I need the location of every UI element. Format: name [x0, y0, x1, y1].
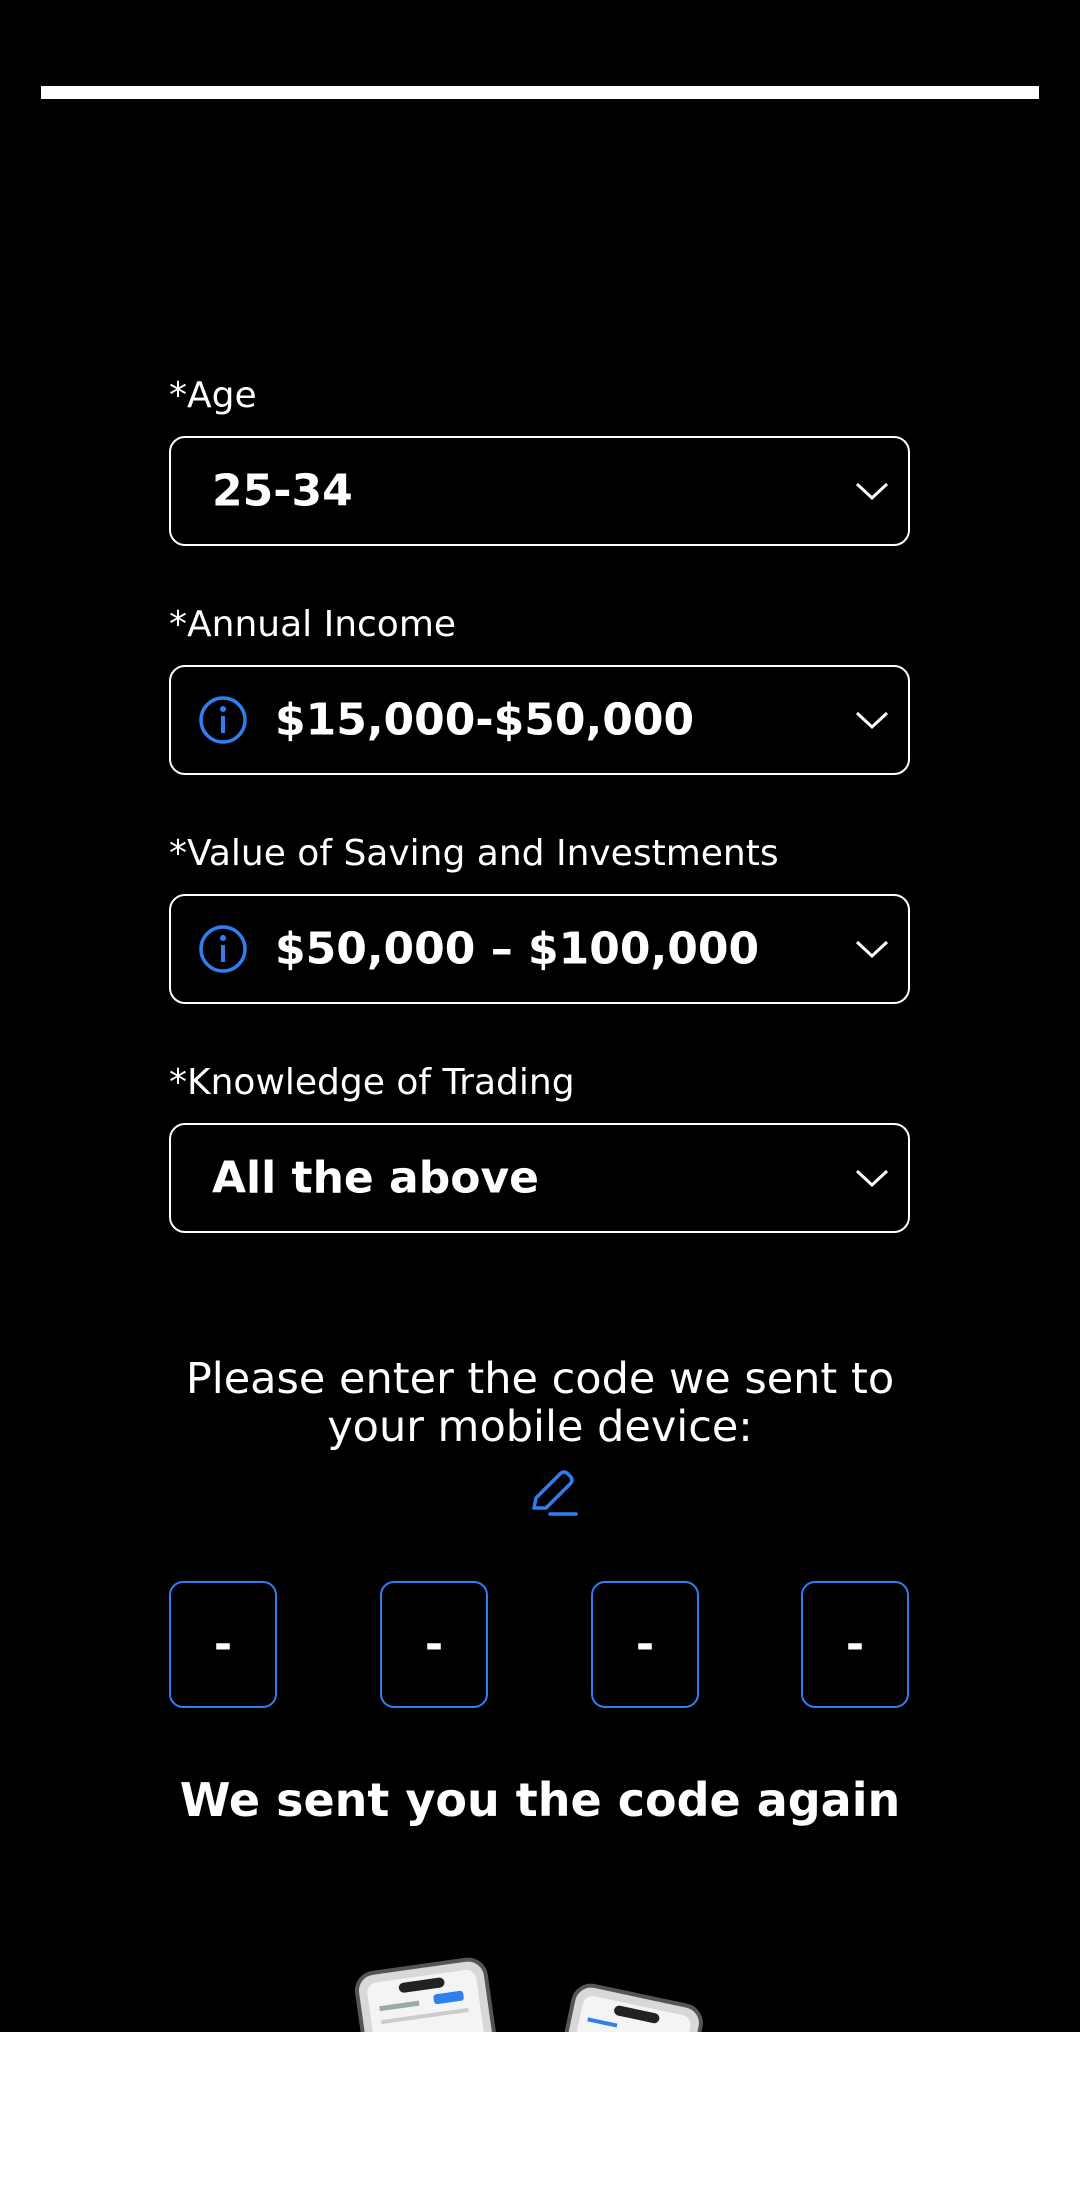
- code-digit-input[interactable]: -: [169, 1581, 277, 1708]
- chevron-down-icon: [855, 482, 889, 501]
- code-resent-message: We sent you the code again: [179, 1773, 901, 1827]
- savings-select[interactable]: $50,000 – $100,000: [169, 894, 910, 1004]
- age-select[interactable]: 25-34: [169, 436, 910, 546]
- chevron-down-icon: [855, 940, 889, 959]
- knowledge-value: All the above: [212, 1152, 539, 1204]
- progress-bar: [41, 86, 1039, 99]
- age-label: *Age: [169, 375, 257, 416]
- pencil-icon[interactable]: [526, 1468, 578, 1518]
- savings-label: *Value of Saving and Investments: [169, 833, 779, 874]
- info-icon[interactable]: [198, 695, 248, 745]
- code-digit-input[interactable]: -: [801, 1581, 909, 1708]
- code-digit-input[interactable]: -: [380, 1581, 488, 1708]
- savings-value: $50,000 – $100,000: [275, 923, 760, 975]
- annual-income-label: *Annual Income: [169, 604, 457, 645]
- phones-illustration: [354, 1957, 703, 2032]
- age-value: 25-34: [212, 465, 353, 517]
- code-prompt: Please enter the code we sent to your mo…: [185, 1354, 895, 1452]
- annual-income-value: $15,000-$50,000: [275, 694, 695, 746]
- chevron-down-icon: [855, 1169, 889, 1188]
- annual-income-select[interactable]: $15,000-$50,000: [169, 665, 910, 775]
- code-digit-input[interactable]: -: [591, 1581, 699, 1708]
- registration-screen: *Age 25-34 *Annual Income $15,000-$50,00…: [0, 0, 1080, 2032]
- knowledge-label: *Knowledge of Trading: [169, 1062, 575, 1103]
- knowledge-select[interactable]: All the above: [169, 1123, 910, 1233]
- chevron-down-icon: [855, 711, 889, 730]
- info-icon[interactable]: [198, 924, 248, 974]
